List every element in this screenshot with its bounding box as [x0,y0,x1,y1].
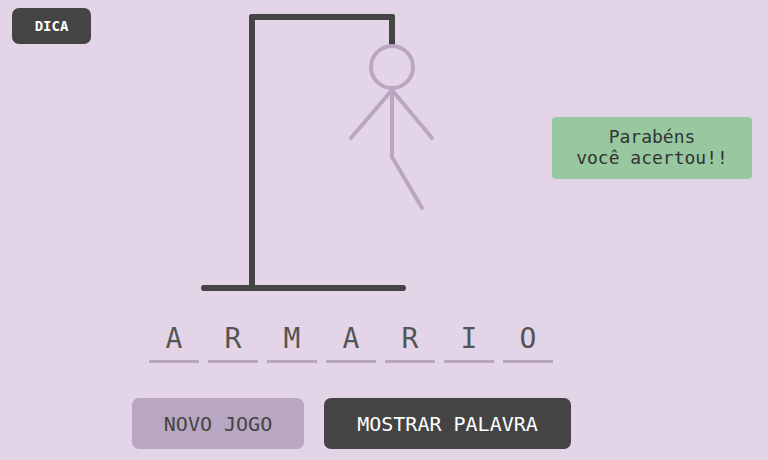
message-line: você acertou!! [556,148,748,169]
letter: R [225,322,242,355]
letter: R [402,322,419,355]
letter-slot: R [385,316,435,363]
letter-slot: R [208,316,258,363]
letter: M [284,322,301,355]
hint-button[interactable]: DICA [12,8,91,44]
letter: O [520,322,537,355]
letter-slot: O [503,316,553,363]
hangman-right-leg [392,157,422,208]
letter-slot: M [267,316,317,363]
action-button[interactable]: NOVO JOGO [132,398,304,449]
message-line: Parabéns [556,127,748,148]
action-button[interactable]: MOSTRAR PALAVRA [324,398,571,449]
hangman-right-arm [392,90,432,138]
actions: NOVO JOGO MOSTRAR PALAVRA [0,398,768,449]
hangman-game: DICA Parabénsvocê acertou!! A R M A R I O NOVO… [0,0,768,460]
word: ARMARIO [0,300,768,363]
letter-slot: I [444,316,494,363]
letter-slot: A [149,316,199,363]
letter: A [343,322,360,355]
hangman-body [390,88,394,157]
letter-slot: A [326,316,376,363]
letter: I [461,322,478,355]
letter: A [166,322,183,355]
success-message: Parabénsvocê acertou!! [552,117,752,179]
hangman-left-arm [351,90,392,138]
hangman-head [371,46,413,88]
